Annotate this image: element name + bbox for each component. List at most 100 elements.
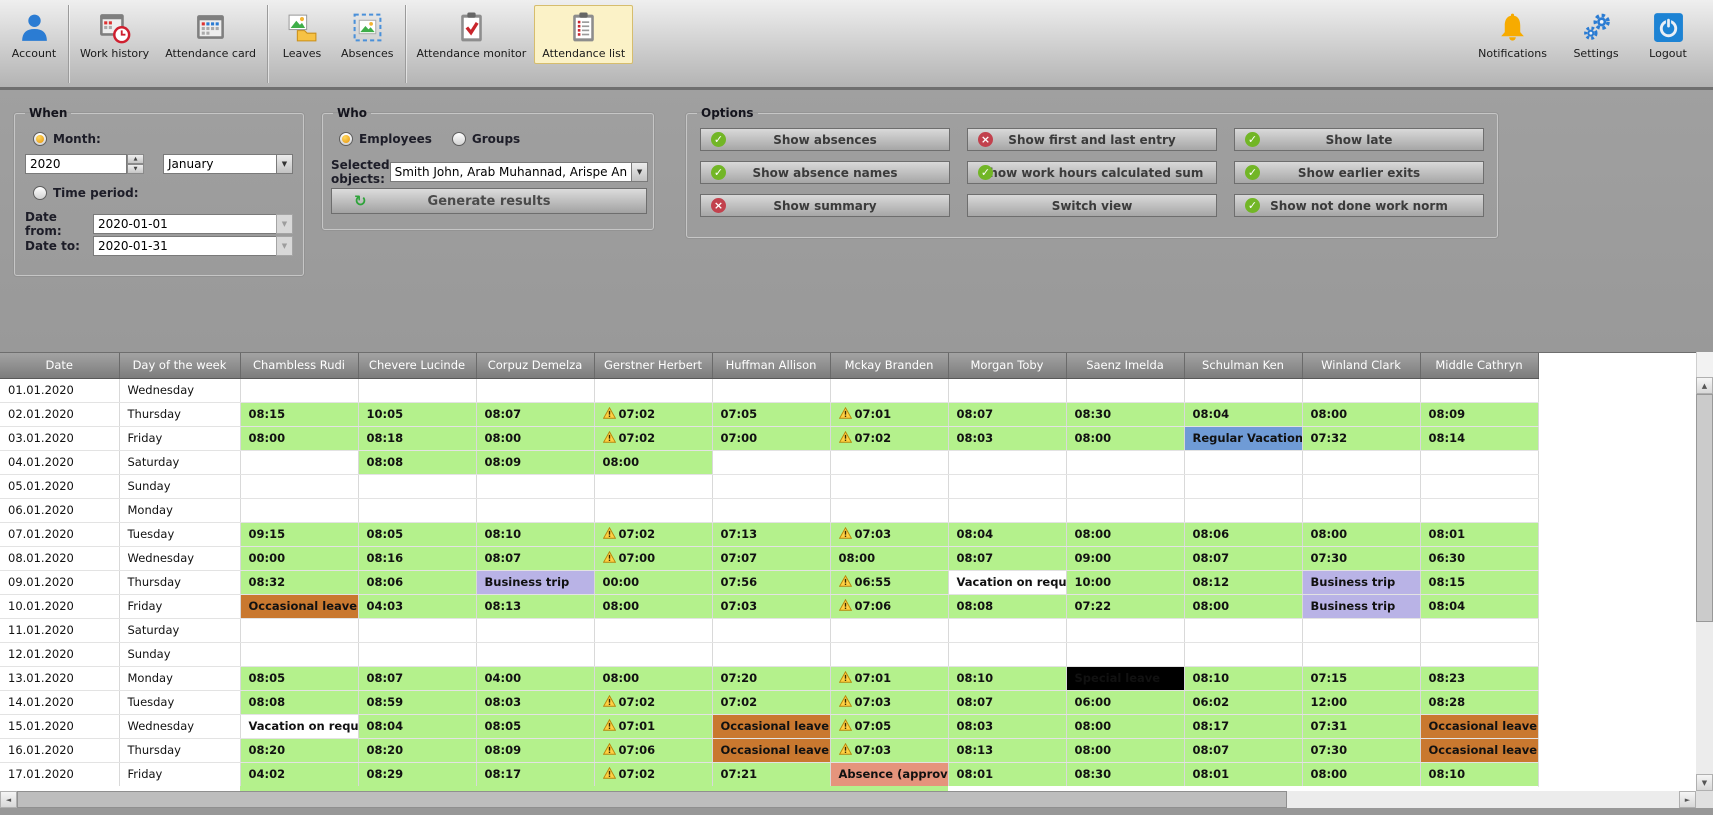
attendance-cell[interactable]: 08:04 <box>358 714 476 738</box>
attendance-cell[interactable] <box>594 642 712 666</box>
attendance-cell[interactable]: 08:59 <box>358 690 476 714</box>
column-header[interactable]: Gerstner Herbert <box>594 353 712 378</box>
attendance-cell[interactable]: 08:17 <box>476 762 594 786</box>
year-spinner-down[interactable]: ▼ <box>127 164 144 174</box>
attendance-cell[interactable] <box>1184 450 1302 474</box>
attendance-cell[interactable] <box>476 498 594 522</box>
attendance-cell[interactable]: 07:02 <box>594 522 712 546</box>
attendance-cell[interactable]: Special leave <box>1066 666 1184 690</box>
option-button[interactable]: ✓Show work hours calculated sum <box>967 161 1217 184</box>
date-from-dropdown-arrow[interactable]: ▼ <box>276 214 293 234</box>
employees-radio[interactable] <box>339 132 353 146</box>
attendance-cell[interactable] <box>712 474 830 498</box>
attendance-cell[interactable]: 08:00 <box>594 450 712 474</box>
attendance-cell[interactable]: 08:10 <box>1420 762 1538 786</box>
attendance-cell[interactable]: 07:07 <box>712 546 830 570</box>
attendance-cell[interactable] <box>358 642 476 666</box>
attendance-cell[interactable]: 07:15 <box>1302 666 1420 690</box>
attendance-cell[interactable]: 08:10 <box>476 522 594 546</box>
attendance-cell[interactable]: Business trip <box>1302 594 1420 618</box>
attendance-cell[interactable] <box>1420 450 1538 474</box>
selected-objects-select[interactable]: Smith John, Arab Muhannad, Arispe An <box>390 162 632 182</box>
attendance-cell[interactable] <box>240 474 358 498</box>
attendance-cell[interactable]: 08:00 <box>1066 714 1184 738</box>
date-to-input[interactable]: 2020-01-31 <box>93 236 276 256</box>
attendance-cell[interactable] <box>1420 474 1538 498</box>
selected-objects-dropdown-arrow[interactable]: ▼ <box>631 162 648 182</box>
attendance-cell[interactable] <box>594 378 712 402</box>
attendance-cell[interactable]: Absence (approved) <box>830 762 948 786</box>
option-button[interactable]: ✓Show late <box>1234 128 1484 151</box>
attendance-cell[interactable]: 08:07 <box>948 546 1066 570</box>
attendance-cell[interactable]: 07:03 <box>830 738 948 762</box>
attendance-cell[interactable]: 07:30 <box>1302 738 1420 762</box>
attendance-cell[interactable] <box>1184 618 1302 642</box>
attendance-cell[interactable] <box>240 450 358 474</box>
attendance-cell[interactable]: 07:32 <box>1302 426 1420 450</box>
attendance-cell[interactable] <box>948 618 1066 642</box>
month-dropdown-arrow[interactable]: ▼ <box>276 154 293 174</box>
attendance-cell[interactable] <box>358 474 476 498</box>
attendance-cell[interactable]: Business trip <box>476 570 594 594</box>
toolbar-button-settings[interactable]: Settings <box>1565 5 1627 64</box>
attendance-cell[interactable]: 04:03 <box>358 594 476 618</box>
option-button[interactable]: ✓Show not done work norm <box>1234 194 1484 217</box>
year-input[interactable]: 2020 <box>25 154 127 174</box>
attendance-cell[interactable]: 08:00 <box>476 426 594 450</box>
attendance-cell[interactable] <box>1302 450 1420 474</box>
attendance-cell[interactable] <box>1184 642 1302 666</box>
attendance-cell[interactable] <box>948 378 1066 402</box>
attendance-cell[interactable]: 08:01 <box>1420 522 1538 546</box>
attendance-cell[interactable]: 08:16 <box>358 546 476 570</box>
attendance-cell[interactable]: 08:20 <box>358 738 476 762</box>
attendance-cell[interactable]: 07:31 <box>1302 714 1420 738</box>
attendance-cell[interactable]: 07:00 <box>594 546 712 570</box>
scroll-up-arrow[interactable]: ▲ <box>1696 377 1713 394</box>
year-spinner-up[interactable]: ▲ <box>127 154 144 164</box>
attendance-cell[interactable]: 08:07 <box>948 690 1066 714</box>
attendance-cell[interactable]: 08:09 <box>1420 402 1538 426</box>
toolbar-button-absences[interactable]: Absences <box>333 5 402 64</box>
attendance-cell[interactable]: Vacation on request <box>240 714 358 738</box>
attendance-cell[interactable]: 00:00 <box>240 546 358 570</box>
attendance-cell[interactable] <box>1066 378 1184 402</box>
attendance-cell[interactable] <box>1302 378 1420 402</box>
attendance-cell[interactable]: 08:04 <box>1420 594 1538 618</box>
attendance-cell[interactable]: 08:06 <box>358 570 476 594</box>
attendance-cell[interactable] <box>1302 642 1420 666</box>
attendance-cell[interactable]: 08:29 <box>358 762 476 786</box>
attendance-cell[interactable]: 08:00 <box>1066 738 1184 762</box>
attendance-cell[interactable]: 08:01 <box>948 762 1066 786</box>
attendance-cell[interactable] <box>1066 642 1184 666</box>
attendance-cell[interactable]: 08:32 <box>240 570 358 594</box>
vertical-scroll-thumb[interactable] <box>1696 394 1713 622</box>
attendance-cell[interactable]: 08:01 <box>1184 762 1302 786</box>
attendance-cell[interactable]: 07:56 <box>712 570 830 594</box>
attendance-cell[interactable]: 07:05 <box>830 714 948 738</box>
attendance-cell[interactable]: 08:10 <box>1184 666 1302 690</box>
attendance-cell[interactable] <box>1184 498 1302 522</box>
month-radio[interactable] <box>33 132 47 146</box>
attendance-cell[interactable] <box>240 498 358 522</box>
attendance-cell[interactable] <box>1302 618 1420 642</box>
option-button[interactable]: ✓Show absences <box>700 128 950 151</box>
attendance-cell[interactable]: Regular Vacation <box>1184 426 1302 450</box>
attendance-cell[interactable]: 06:30 <box>1420 546 1538 570</box>
attendance-cell[interactable]: 07:03 <box>830 690 948 714</box>
attendance-cell[interactable]: 07:05 <box>712 402 830 426</box>
attendance-cell[interactable]: 08:08 <box>240 690 358 714</box>
attendance-cell[interactable]: Occasional leave - fam <box>712 738 830 762</box>
attendance-cell[interactable] <box>712 498 830 522</box>
toolbar-button-logout[interactable]: Logout <box>1637 5 1699 64</box>
attendance-cell[interactable]: 07:22 <box>1066 594 1184 618</box>
attendance-cell[interactable] <box>948 450 1066 474</box>
attendance-cell[interactable]: 07:02 <box>594 690 712 714</box>
column-header[interactable]: Huffman Allison <box>712 353 830 378</box>
attendance-cell[interactable]: 08:30 <box>1066 762 1184 786</box>
column-header[interactable]: Chevere Lucinde <box>358 353 476 378</box>
attendance-cell[interactable]: 08:03 <box>948 426 1066 450</box>
attendance-cell[interactable]: 08:07 <box>476 546 594 570</box>
attendance-cell[interactable] <box>712 378 830 402</box>
attendance-cell[interactable]: 08:18 <box>358 426 476 450</box>
attendance-cell[interactable]: 08:00 <box>1066 522 1184 546</box>
